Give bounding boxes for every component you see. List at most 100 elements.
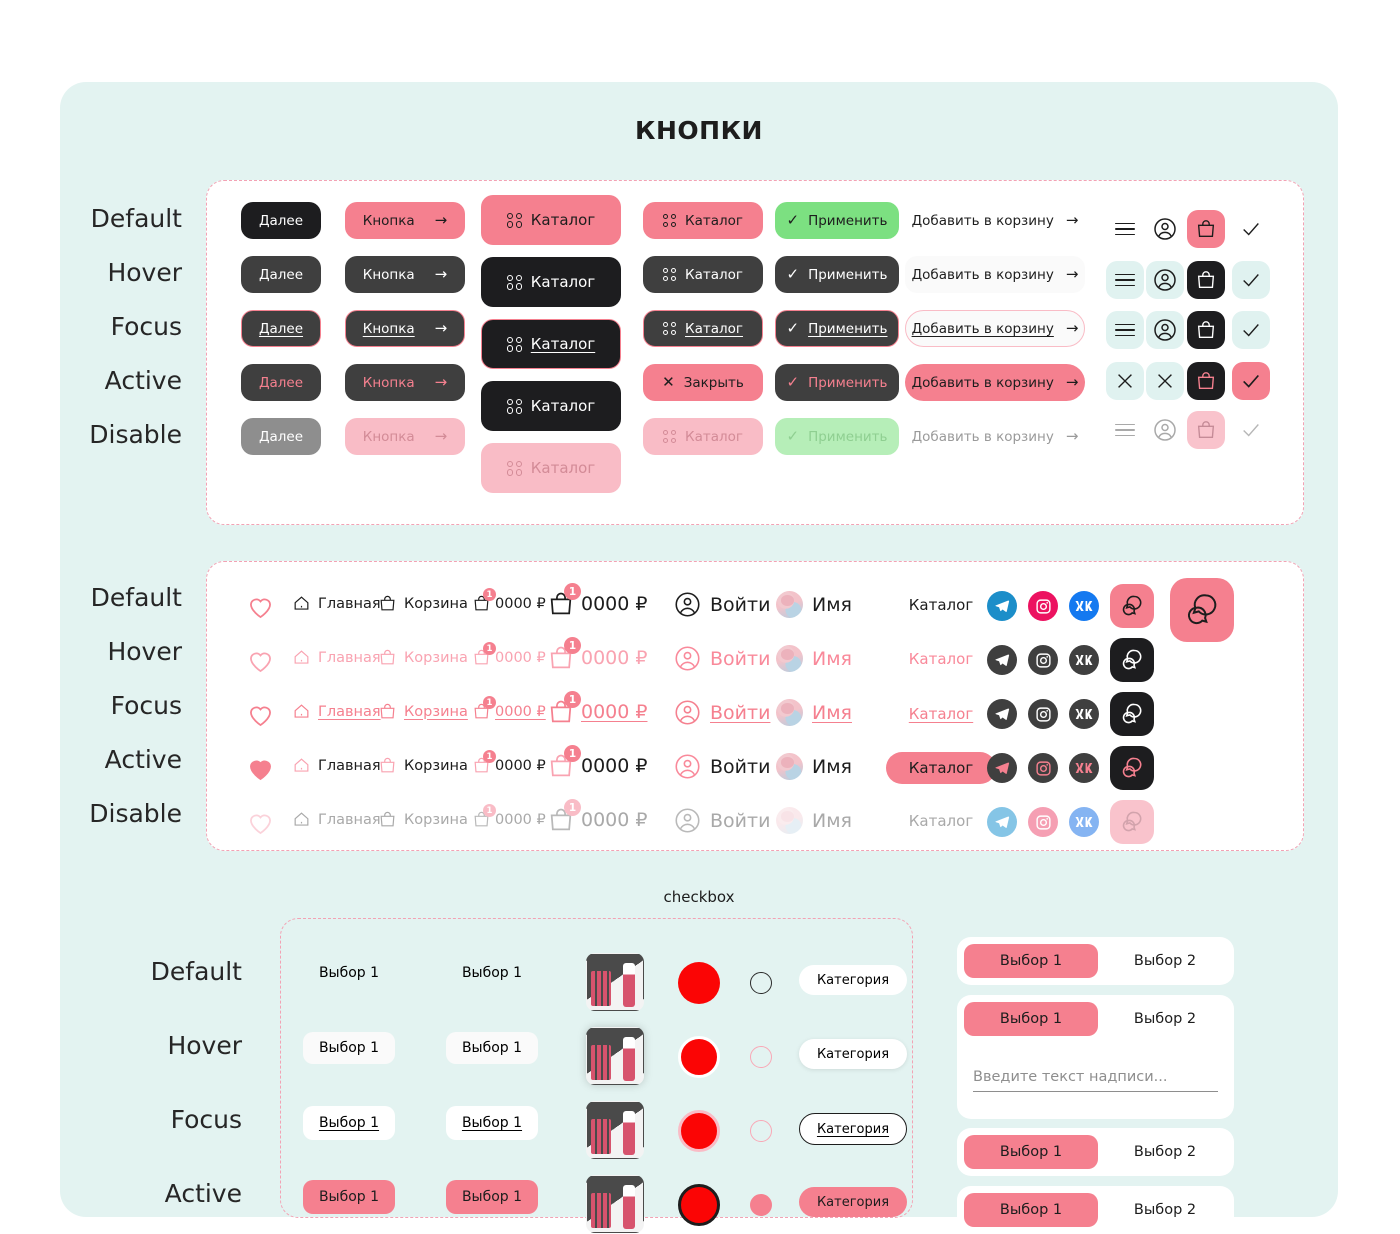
color-swatch-active[interactable] <box>678 1184 720 1226</box>
radio-focus[interactable] <box>750 1120 772 1142</box>
apply-button-hover[interactable]: ✓ Применить <box>775 256 899 293</box>
telegram-icon-hover[interactable] <box>987 645 1017 675</box>
check-icon-tile-hover[interactable] <box>1232 261 1270 299</box>
telegram-icon-active[interactable] <box>987 753 1017 783</box>
chat-button-focus[interactable] <box>1110 692 1154 736</box>
login-link-focus[interactable]: Войти <box>674 699 770 726</box>
apply-button-focus[interactable]: ✓ Применить <box>775 310 899 347</box>
next-button-focus[interactable]: Далее <box>241 310 321 347</box>
next-button-hover[interactable]: Далее <box>241 256 321 293</box>
price-small-default[interactable]: 1 0000 ₽ <box>472 588 546 613</box>
knopka-button-default[interactable]: Кнопка → <box>345 202 465 239</box>
price-big-focus[interactable]: 1 0000 ₽ <box>547 691 647 726</box>
catalog-big-button-hover[interactable]: Каталог <box>481 257 621 307</box>
user-icon-tile-focus[interactable] <box>1146 311 1184 349</box>
heart-icon-focus[interactable] <box>240 695 280 735</box>
choice-second-focus[interactable]: Выбор 1 <box>446 1106 538 1140</box>
color-swatch-hover[interactable] <box>678 1036 720 1078</box>
toggle-option-1-selected[interactable]: Выбор 1 <box>964 1135 1098 1169</box>
catalog-big-button-active[interactable]: Каталог <box>481 381 621 431</box>
close-icon-tile-active-1[interactable] <box>1106 362 1144 400</box>
category-pill-active[interactable]: Категория <box>799 1187 907 1217</box>
bag-icon-tile-default[interactable] <box>1187 210 1225 248</box>
product-thumb-default[interactable] <box>586 953 644 1011</box>
vk-icon-active[interactable] <box>1069 753 1099 783</box>
choice-second-active[interactable]: Выбор 1 <box>446 1180 538 1214</box>
catalog-chip-hover[interactable]: Каталог <box>886 644 996 674</box>
product-thumb-focus[interactable] <box>586 1101 644 1159</box>
addcart-button-focus[interactable]: Добавить в корзину → <box>905 310 1085 347</box>
close-icon-tile-active-2[interactable] <box>1146 362 1184 400</box>
toggle-option-1-selected[interactable]: Выбор 1 <box>964 944 1098 978</box>
color-swatch-focus[interactable] <box>678 1110 720 1152</box>
catalog-small-button-focus[interactable]: Каталог <box>643 310 763 347</box>
color-swatch-default[interactable] <box>678 962 720 1004</box>
price-big-active[interactable]: 1 0000 ₽ <box>547 745 647 780</box>
knopka-button-active[interactable]: Кнопка → <box>345 364 465 401</box>
menu-icon-tile-hover[interactable] <box>1106 261 1144 299</box>
catalog-big-button-default[interactable]: Каталог <box>481 195 621 245</box>
category-pill-focus[interactable]: Категория <box>799 1113 907 1145</box>
toggle-option-1-selected[interactable]: Выбор 1 <box>964 1193 1098 1227</box>
product-thumb-hover[interactable] <box>586 1027 644 1085</box>
toggle-option-2[interactable]: Выбор 2 <box>1098 1193 1232 1227</box>
knopka-button-hover[interactable]: Кнопка → <box>345 256 465 293</box>
cart-link-focus[interactable]: Корзина <box>378 702 468 721</box>
apply-button-default[interactable]: ✓ Применить <box>775 202 899 239</box>
profile-link-hover[interactable]: Имя <box>776 645 852 672</box>
knopka-button-focus[interactable]: Кнопка → <box>345 310 465 347</box>
toggle-option-2[interactable]: Выбор 2 <box>1098 944 1232 978</box>
instagram-icon-active[interactable] <box>1028 753 1058 783</box>
instagram-icon-hover[interactable] <box>1028 645 1058 675</box>
heart-icon-hover[interactable] <box>240 641 280 681</box>
user-icon-tile-hover[interactable] <box>1146 261 1184 299</box>
cart-link-active[interactable]: Корзина <box>378 756 468 775</box>
caption-input[interactable]: Введите текст надписи... <box>973 1069 1218 1092</box>
user-icon-tile-default[interactable] <box>1146 210 1184 248</box>
menu-icon-tile-default[interactable] <box>1106 210 1144 248</box>
bag-icon-tile-focus[interactable] <box>1187 311 1225 349</box>
toggle-option-2[interactable]: Выбор 2 <box>1098 1002 1232 1036</box>
chat-button-large-default[interactable] <box>1170 578 1234 642</box>
home-link-active[interactable]: Главная <box>292 756 381 775</box>
cart-link-hover[interactable]: Корзина <box>378 648 468 667</box>
price-big-hover[interactable]: 1 0000 ₽ <box>547 637 647 672</box>
telegram-icon-focus[interactable] <box>987 699 1017 729</box>
login-link-active[interactable]: Войти <box>674 753 770 780</box>
vk-icon-default[interactable] <box>1069 591 1099 621</box>
choice-plain-active[interactable]: Выбор 1 <box>303 1180 395 1214</box>
price-big-default[interactable]: 1 0000 ₽ <box>547 583 647 618</box>
next-button-active[interactable]: Далее <box>241 364 321 401</box>
choice-second-hover[interactable]: Выбор 1 <box>446 1032 538 1064</box>
telegram-icon-default[interactable] <box>987 591 1017 621</box>
addcart-button-active[interactable]: Добавить в корзину → <box>905 364 1085 401</box>
heart-icon-default[interactable] <box>240 587 280 627</box>
heart-icon-active[interactable] <box>240 749 280 789</box>
profile-link-active[interactable]: Имя <box>776 753 852 780</box>
price-small-hover[interactable]: 1 0000 ₽ <box>472 642 546 667</box>
close-button-active[interactable]: ✕ Закрыть <box>643 364 763 401</box>
profile-link-default[interactable]: Имя <box>776 591 852 618</box>
catalog-chip-focus[interactable]: Каталог <box>886 698 996 730</box>
addcart-button-default[interactable]: Добавить в корзину → <box>905 202 1085 239</box>
instagram-icon-default[interactable] <box>1028 591 1058 621</box>
choice-plain-hover[interactable]: Выбор 1 <box>303 1032 395 1064</box>
radio-default[interactable] <box>750 972 772 994</box>
catalog-small-button-hover[interactable]: Каталог <box>643 256 763 293</box>
product-thumb-active[interactable] <box>586 1175 644 1233</box>
toggle-option-1-selected[interactable]: Выбор 1 <box>964 1002 1098 1036</box>
menu-icon-tile-focus[interactable] <box>1106 311 1144 349</box>
instagram-icon-focus[interactable] <box>1028 699 1058 729</box>
catalog-chip-default[interactable]: Каталог <box>886 590 996 620</box>
cart-link-default[interactable]: Корзина <box>378 594 468 613</box>
check-icon-tile-focus[interactable] <box>1232 311 1270 349</box>
vk-icon-hover[interactable] <box>1069 645 1099 675</box>
radio-hover[interactable] <box>750 1046 772 1068</box>
choice-plain-focus[interactable]: Выбор 1 <box>303 1106 395 1140</box>
home-link-hover[interactable]: Главная <box>292 648 381 667</box>
chat-button-active[interactable] <box>1110 746 1154 790</box>
login-link-default[interactable]: Войти <box>674 591 770 618</box>
category-pill-default[interactable]: Категория <box>799 965 907 995</box>
next-button-default[interactable]: Далее <box>241 202 321 239</box>
price-small-active[interactable]: 1 0000 ₽ <box>472 750 546 775</box>
